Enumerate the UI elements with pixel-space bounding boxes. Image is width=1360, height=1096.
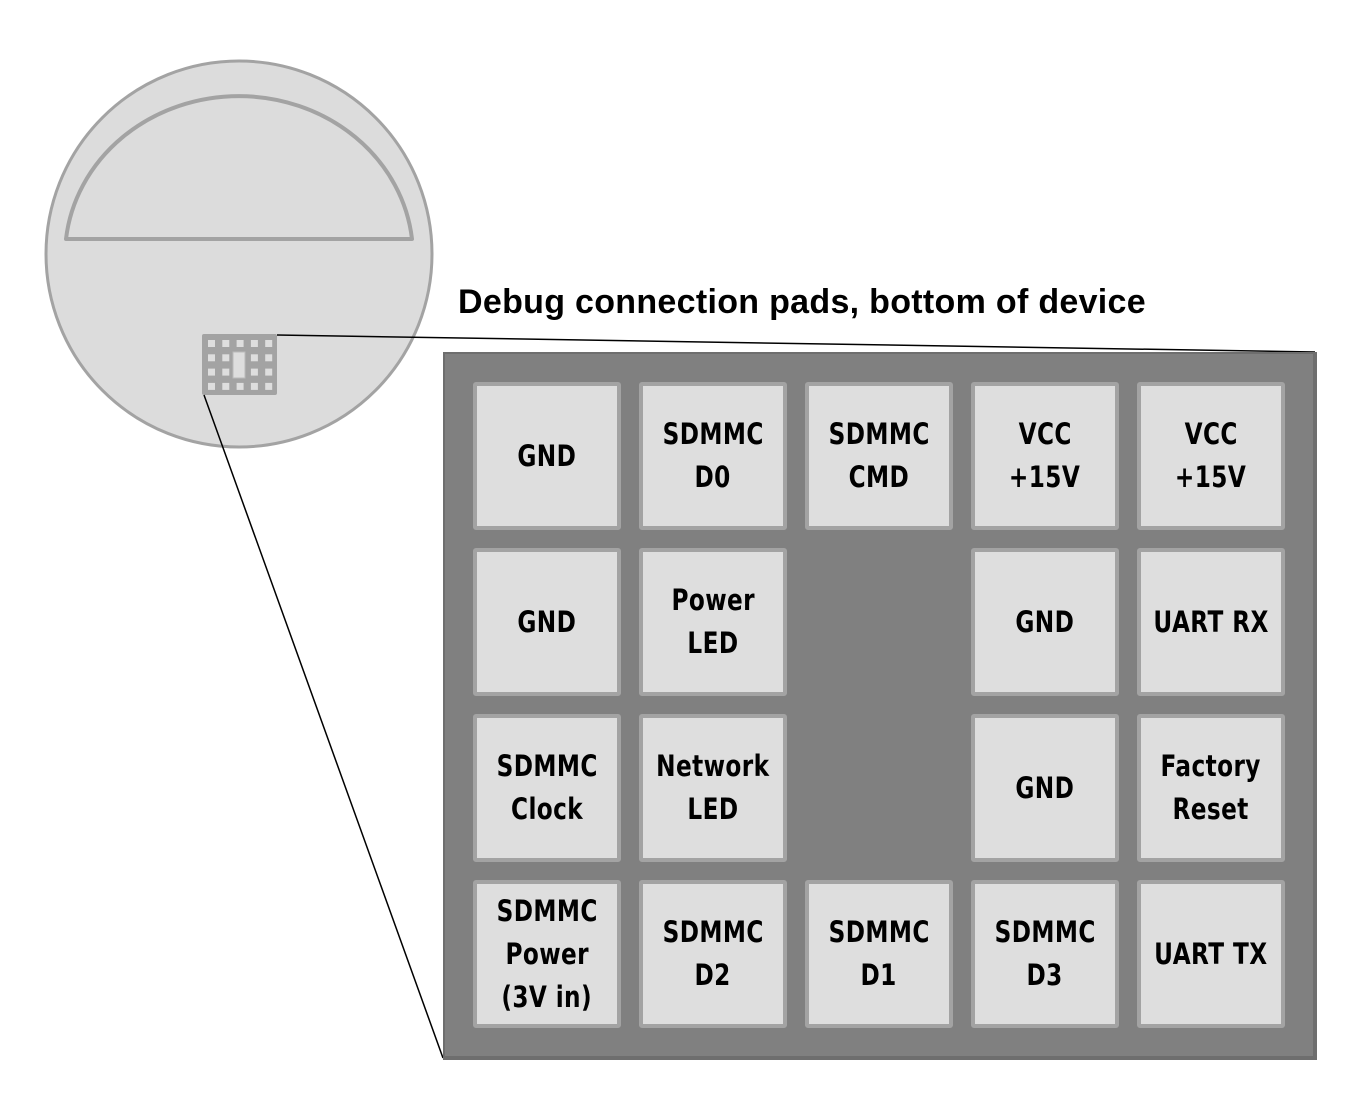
thumbnail-pad xyxy=(265,382,273,390)
thumbnail-pad xyxy=(250,368,258,376)
pad-label-line: GND xyxy=(1015,604,1075,639)
thumbnail-pad xyxy=(222,368,230,376)
pad-label-line: SDMMC xyxy=(994,915,1096,949)
thumbnail-pad xyxy=(250,382,258,390)
thumbnail-pad xyxy=(208,354,215,362)
pad-label-line: CMD xyxy=(848,460,910,494)
pad-sdmmc-d1: SDMMC D1 xyxy=(805,880,953,1028)
pad-power-led: Power LED xyxy=(639,548,787,696)
pad-network-led: Network LED xyxy=(639,714,787,862)
thumbnail-center-window xyxy=(232,351,246,379)
pad-label-line: SDMMC xyxy=(828,915,930,949)
pad-board: GND SDMMC D0 SDMMC CMD VCC +15V VCC +15V GND Power… xyxy=(443,352,1317,1060)
pad-block-thumbnail xyxy=(202,334,277,395)
pad-sdmmc-d0: SDMMC D0 xyxy=(639,382,787,530)
pad-sdmmc-clock: SDMMC Clock xyxy=(473,714,621,862)
pad-label-line: SDMMC xyxy=(828,417,930,451)
debug-pads-diagram: Debug connection pads, bottom of device … xyxy=(0,0,1360,1096)
pad-label-line: SDMMC xyxy=(662,915,764,949)
pad-label-line: D0 xyxy=(694,460,732,494)
thumbnail-pad xyxy=(222,382,230,390)
pad-vcc-+15v: VCC +15V xyxy=(1137,382,1285,530)
thumbnail-pad xyxy=(236,340,244,347)
thumbnail-pad xyxy=(222,354,230,362)
pad-factory-reset: Factory Reset xyxy=(1137,714,1285,862)
pad-gnd: GND xyxy=(971,548,1119,696)
pad-label-line: Reset xyxy=(1172,792,1250,826)
pad-label-line: SDMMC xyxy=(496,893,598,928)
pad-gnd: GND xyxy=(473,548,621,696)
pad-label-line: +15V xyxy=(1009,460,1081,494)
callout-line-bottom xyxy=(203,394,444,1059)
thumbnail-pad xyxy=(265,368,273,376)
pad-sdmmc-d2: SDMMC D2 xyxy=(639,880,787,1028)
pad-label-line: Clock xyxy=(510,792,584,826)
thumbnail-pad xyxy=(222,340,230,347)
thumbnail-pad xyxy=(265,340,273,347)
pad-label-line: D3 xyxy=(1026,958,1064,992)
pad-label-line: Network xyxy=(656,749,770,783)
pad-label-line: D2 xyxy=(694,958,732,992)
pad-label-line: GND xyxy=(517,604,577,639)
thumbnail-pad xyxy=(265,354,273,362)
pad-label-line: VCC xyxy=(1018,417,1072,451)
pad-label-line: GND xyxy=(517,438,577,473)
pad-label-line: UART RX xyxy=(1153,604,1269,639)
pad-label-line: GND xyxy=(1015,770,1075,805)
thumbnail-pad xyxy=(236,382,244,390)
pad-label-line: SDMMC xyxy=(662,417,764,451)
pad-label-line: UART TX xyxy=(1154,936,1268,971)
pad-gnd: GND xyxy=(473,382,621,530)
pad-label-line: Power xyxy=(505,936,589,971)
pad-label-line: VCC xyxy=(1184,417,1238,451)
pad-label-line: (3V in) xyxy=(501,979,593,1014)
pad-label-line: +15V xyxy=(1175,460,1247,494)
pad-vcc-+15v: VCC +15V xyxy=(971,382,1119,530)
pad-sdmmc-d3: SDMMC D3 xyxy=(971,880,1119,1028)
pad-label-line: D1 xyxy=(860,958,898,992)
pad-label-line: Power xyxy=(671,583,755,617)
thumbnail-pad xyxy=(208,368,215,376)
thumbnail-pad xyxy=(250,340,258,347)
pad-label-line: SDMMC xyxy=(496,749,598,783)
pad-sdmmc-power-3v-in: SDMMC Power (3V in) xyxy=(473,880,621,1028)
pad-label-line: LED xyxy=(687,626,739,660)
pad-uart-tx: UART TX xyxy=(1137,880,1285,1028)
diagram-title: Debug connection pads, bottom of device xyxy=(458,283,1146,321)
pad-label-line: Factory xyxy=(1160,749,1262,783)
thumbnail-pad xyxy=(250,354,258,362)
pad-label-line: LED xyxy=(687,792,739,826)
pad-uart-rx: UART RX xyxy=(1137,548,1285,696)
pad-gnd: GND xyxy=(971,714,1119,862)
thumbnail-pad xyxy=(208,382,215,390)
callout-line-top xyxy=(276,334,1316,353)
pad-sdmmc-cmd: SDMMC CMD xyxy=(805,382,953,530)
thumbnail-pad xyxy=(208,340,215,347)
